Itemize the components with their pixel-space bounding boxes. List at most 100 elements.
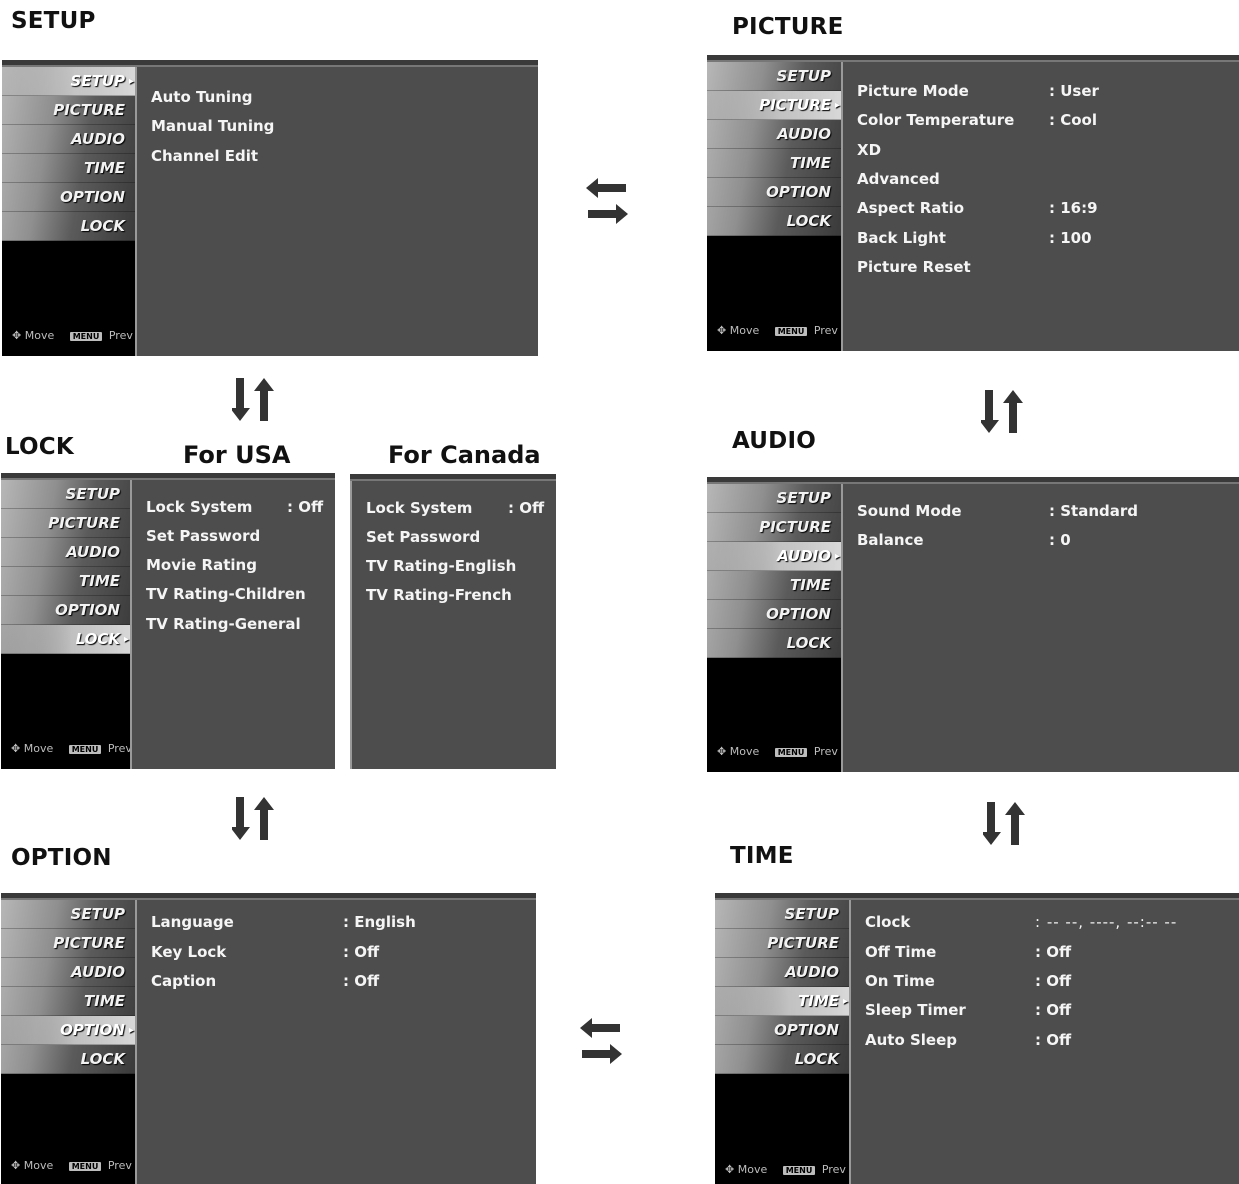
side-tab-setup[interactable]: SETUP — [1, 480, 130, 509]
menu-item-lock-system[interactable]: Lock System — [366, 499, 472, 517]
side-tab-setup[interactable]: SETUP — [1, 900, 135, 929]
side-tab-lock[interactable]: LOCK — [2, 212, 135, 241]
menu-item-color-temperature[interactable]: Color Temperature — [857, 111, 1014, 129]
side-menu: SETUP PICTURE AUDIO TIME OPTION LOCK ✥ M… — [715, 900, 849, 1184]
side-tab-audio[interactable]: AUDIO — [1, 958, 135, 987]
menu-item-tv-rating-children[interactable]: TV Rating-Children — [146, 585, 306, 603]
menu-key-icon: MENU — [68, 744, 102, 754]
move-cross-icon: ✥ — [717, 745, 727, 758]
menu-item-set-password[interactable]: Set Password — [146, 527, 260, 545]
menu-item-auto-sleep[interactable]: Auto Sleep — [865, 1031, 957, 1049]
side-menu: SETUP PICTURE AUDIO TIME OPTION LOCK ✥ M… — [1, 480, 132, 769]
side-tab-time[interactable]: TIME — [2, 154, 135, 183]
heading-picture: PICTURE — [732, 14, 844, 40]
side-tabs: SETUP PICTURE AUDIO TIME OPTION LOCK — [707, 484, 841, 658]
side-tab-picture[interactable]: PICTURE — [707, 91, 841, 120]
side-tab-audio[interactable]: AUDIO — [2, 125, 135, 154]
menu-item-tv-rating-french[interactable]: TV Rating-French — [366, 586, 512, 604]
menu-item-language[interactable]: Language — [151, 913, 234, 931]
side-tab-audio[interactable]: AUDIO — [715, 958, 849, 987]
value-lock-system: : Off — [287, 498, 324, 516]
menu-item-aspect-ratio[interactable]: Aspect Ratio — [857, 199, 964, 217]
side-tab-time[interactable]: TIME — [1, 567, 130, 596]
footer-move: Move — [24, 329, 55, 342]
side-tab-picture[interactable]: PICTURE — [707, 513, 841, 542]
side-tab-option[interactable]: OPTION — [715, 1016, 849, 1045]
side-tab-picture[interactable]: PICTURE — [1, 929, 135, 958]
side-tab-picture[interactable]: PICTURE — [1, 509, 130, 538]
side-tabs: SETUP PICTURE AUDIO TIME OPTION LOCK — [2, 67, 135, 241]
side-tab-option[interactable]: OPTION — [1, 596, 130, 625]
value-lock-system: : Off — [508, 499, 545, 517]
footer-hint: ✥ Move MENU Prev — [717, 324, 838, 337]
side-menu: SETUP PICTURE AUDIO TIME OPTION LOCK ✥ M… — [2, 67, 135, 356]
footer-move: Move — [729, 324, 760, 337]
menu-item-off-time[interactable]: Off Time — [865, 943, 936, 961]
move-cross-icon: ✥ — [11, 742, 21, 755]
top-strip — [707, 477, 1239, 484]
menu-item-channel-edit[interactable]: Channel Edit — [151, 147, 258, 165]
value-aspect-ratio: : 16:9 — [1049, 199, 1098, 217]
side-tab-lock[interactable]: LOCK — [1, 1045, 135, 1074]
side-tab-picture[interactable]: PICTURE — [2, 96, 135, 125]
side-tab-audio[interactable]: AUDIO — [707, 120, 841, 149]
value-sleep-timer: : Off — [1035, 1001, 1072, 1019]
side-tab-time[interactable]: TIME — [707, 571, 841, 600]
side-tabs: SETUP PICTURE AUDIO TIME OPTION LOCK — [715, 900, 849, 1074]
side-tab-lock[interactable]: LOCK — [1, 625, 130, 654]
menu-item-sleep-timer[interactable]: Sleep Timer — [865, 1001, 966, 1019]
up-down-arrows-icon — [232, 797, 274, 840]
side-tab-option[interactable]: OPTION — [2, 183, 135, 212]
side-tab-setup[interactable]: SETUP — [715, 900, 849, 929]
menu-item-picture-reset[interactable]: Picture Reset — [857, 258, 971, 276]
menu-item-caption[interactable]: Caption — [151, 972, 216, 990]
side-menu: SETUP PICTURE AUDIO TIME OPTION LOCK ✥ M… — [707, 62, 841, 351]
value-on-time: : Off — [1035, 972, 1072, 990]
footer-prev: Prev — [821, 1163, 846, 1176]
menu-item-xd[interactable]: XD — [857, 141, 881, 159]
side-tab-lock[interactable]: LOCK — [715, 1045, 849, 1074]
menu-item-advanced[interactable]: Advanced — [857, 170, 940, 188]
value-back-light: : 100 — [1049, 229, 1092, 247]
menu-item-balance[interactable]: Balance — [857, 531, 924, 549]
value-balance: : 0 — [1049, 531, 1071, 549]
side-tab-setup[interactable]: SETUP — [707, 62, 841, 91]
side-tab-time[interactable]: TIME — [715, 987, 849, 1016]
side-tab-time[interactable]: TIME — [707, 149, 841, 178]
menu-item-movie-rating[interactable]: Movie Rating — [146, 556, 257, 574]
side-tab-setup[interactable]: SETUP — [707, 484, 841, 513]
side-tab-audio[interactable]: AUDIO — [707, 542, 841, 571]
menu-item-tv-rating-general[interactable]: TV Rating-General — [146, 615, 301, 633]
menu-item-manual-tuning[interactable]: Manual Tuning — [151, 117, 274, 135]
menu-item-back-light[interactable]: Back Light — [857, 229, 946, 247]
menu-item-lock-system[interactable]: Lock System — [146, 498, 252, 516]
side-tab-setup[interactable]: SETUP — [2, 67, 135, 96]
footer-hint: ✥ Move MENU Prev — [11, 1159, 132, 1172]
left-right-arrows-icon — [586, 178, 628, 224]
menu-item-key-lock[interactable]: Key Lock — [151, 943, 226, 961]
top-strip — [707, 55, 1239, 62]
side-tab-time[interactable]: TIME — [1, 987, 135, 1016]
side-tab-option[interactable]: OPTION — [707, 178, 841, 207]
side-tab-lock[interactable]: LOCK — [707, 629, 841, 658]
heading-for-canada: For Canada — [388, 441, 541, 469]
menu-item-on-time[interactable]: On Time — [865, 972, 935, 990]
menu-item-set-password[interactable]: Set Password — [366, 528, 480, 546]
menu-key-icon: MENU — [69, 331, 103, 341]
menu-item-sound-mode[interactable]: Sound Mode — [857, 502, 962, 520]
side-tab-lock[interactable]: LOCK — [707, 207, 841, 236]
menu-item-picture-mode[interactable]: Picture Mode — [857, 82, 969, 100]
footer-hint: ✥ Move MENU Prev — [725, 1163, 846, 1176]
menu-item-tv-rating-english[interactable]: TV Rating-English — [366, 557, 516, 575]
menu-item-clock[interactable]: Clock — [865, 913, 910, 931]
side-tab-option[interactable]: OPTION — [707, 600, 841, 629]
footer-move: Move — [737, 1163, 768, 1176]
side-tab-audio[interactable]: AUDIO — [1, 538, 130, 567]
value-picture-mode: : User — [1049, 82, 1099, 100]
menu-item-auto-tuning[interactable]: Auto Tuning — [151, 88, 252, 106]
lock-usa-screen: SETUP PICTURE AUDIO TIME OPTION LOCK ✥ M… — [1, 473, 335, 769]
side-tab-picture[interactable]: PICTURE — [715, 929, 849, 958]
footer-move: Move — [729, 745, 760, 758]
value-sound-mode: : Standard — [1049, 502, 1138, 520]
side-tab-option[interactable]: OPTION — [1, 1016, 135, 1045]
